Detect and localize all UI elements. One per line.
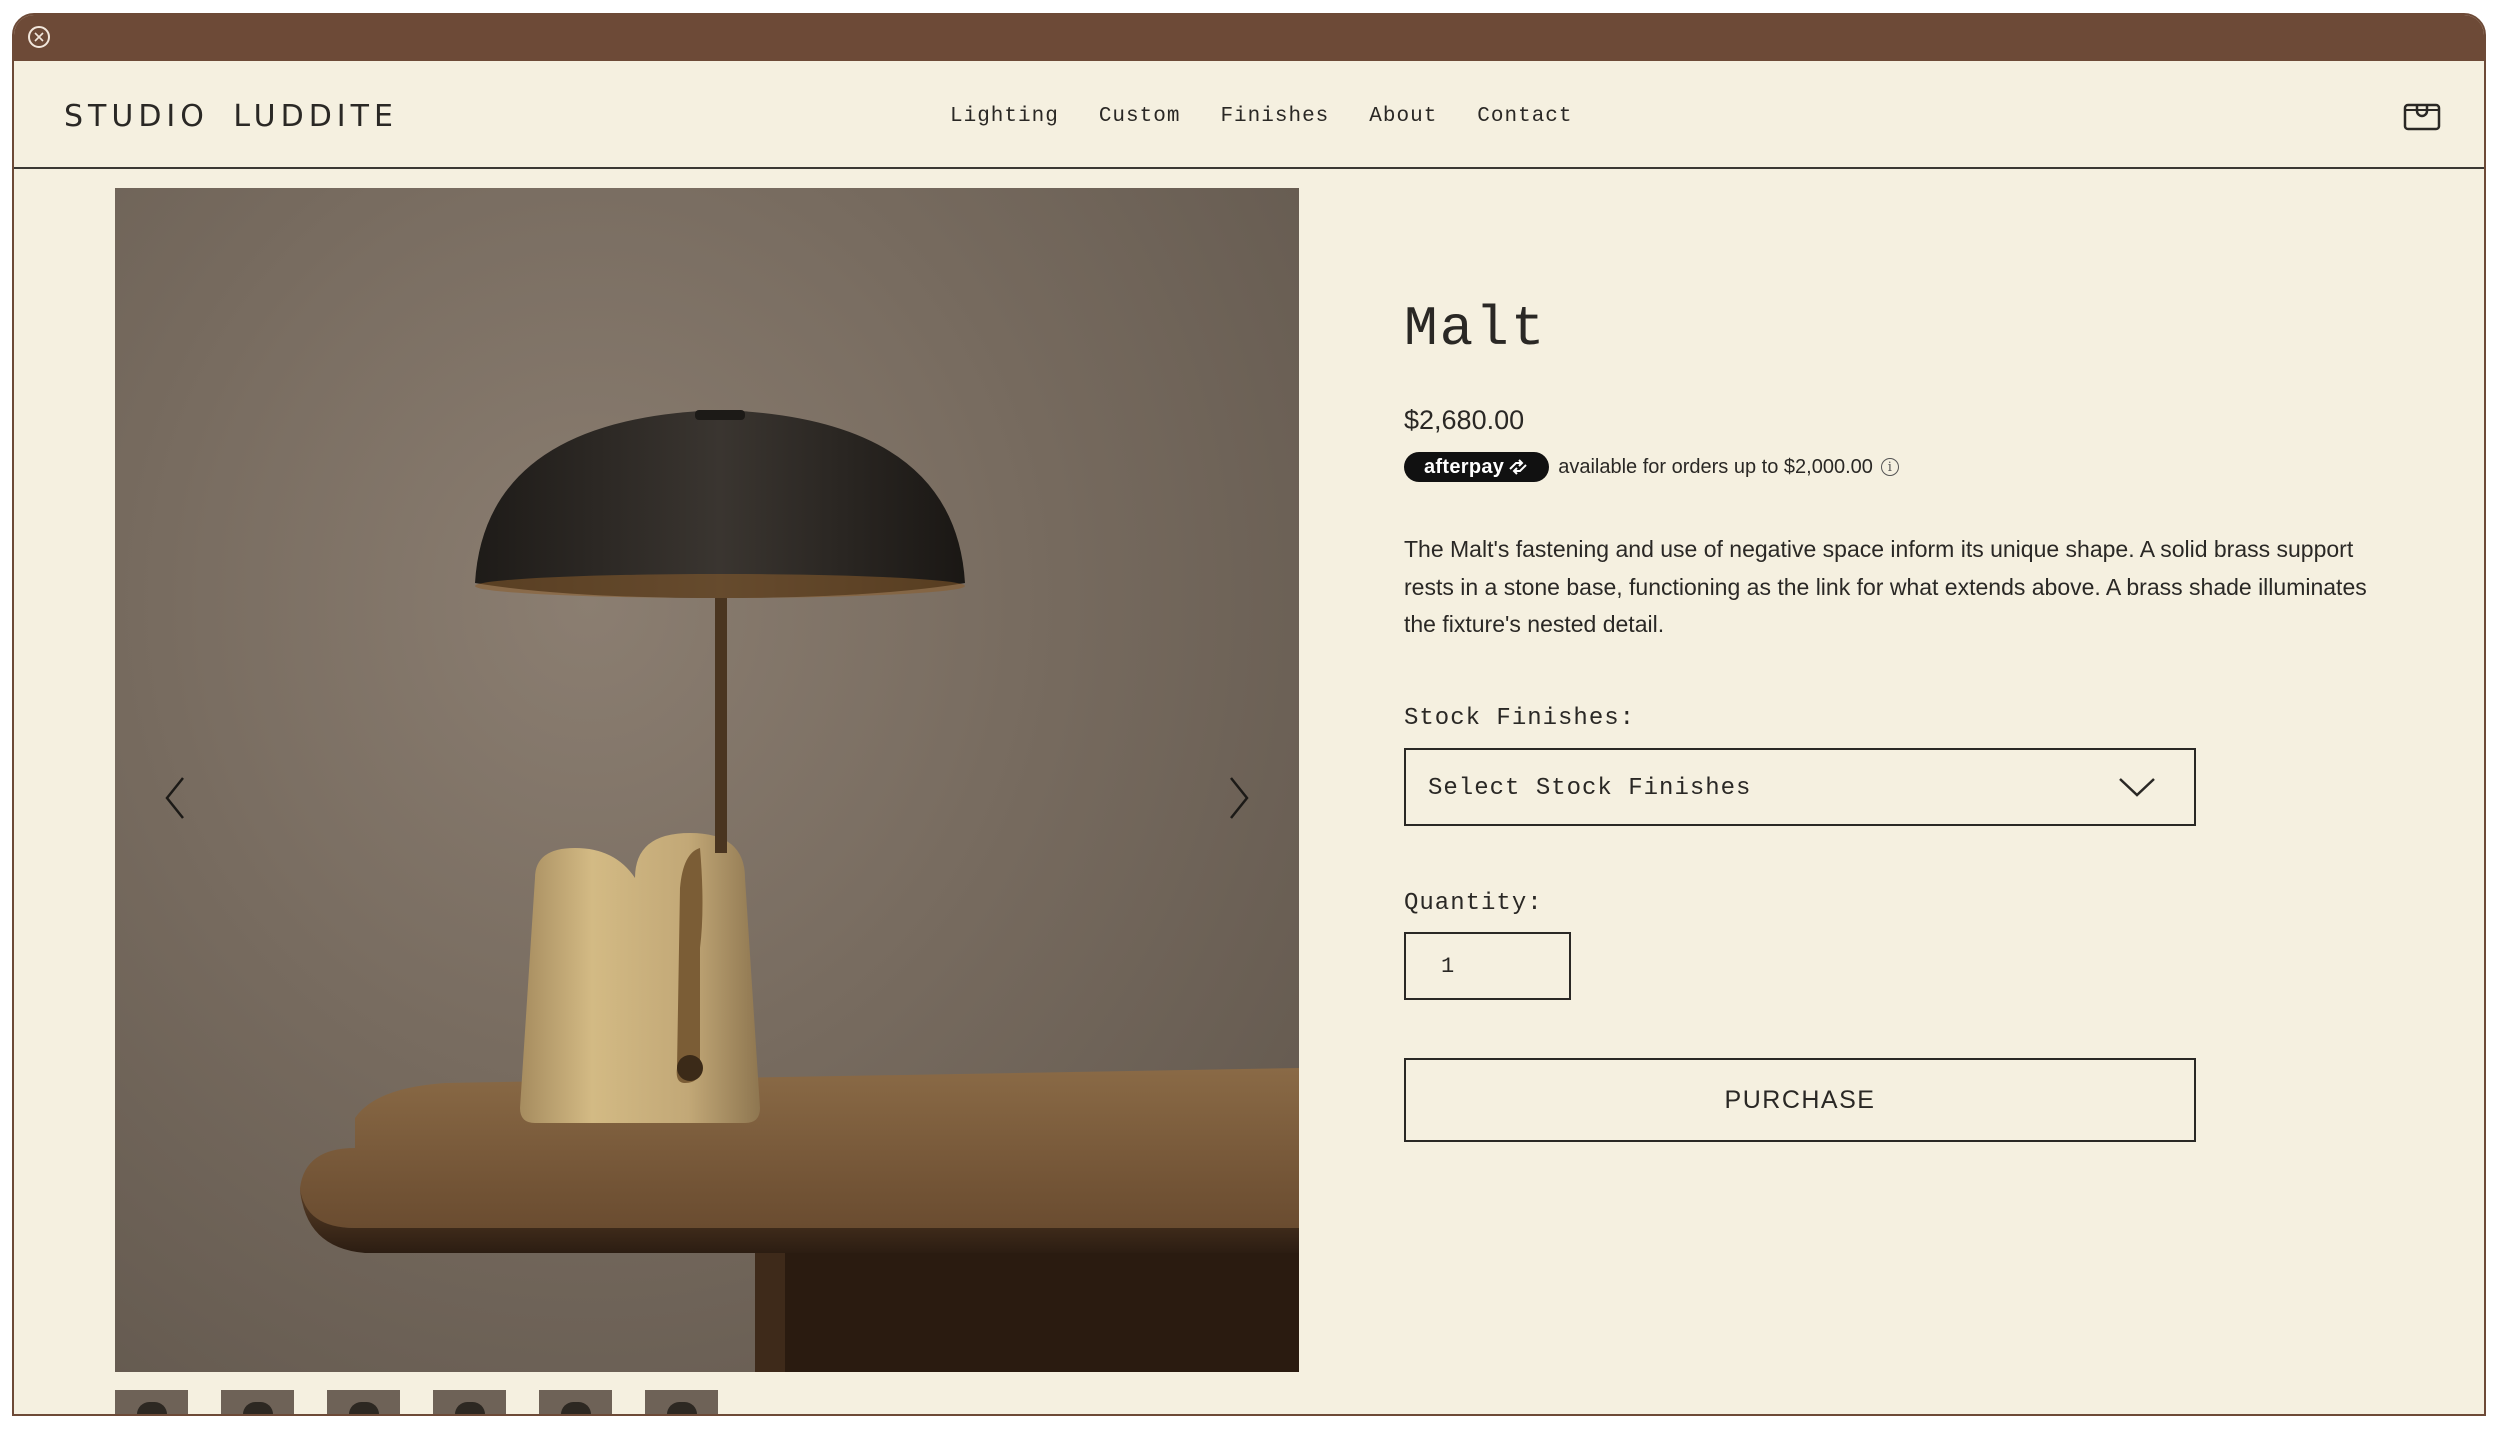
finishes-label: Stock Finishes: xyxy=(1404,705,1636,732)
product-description: The Malt's fastening and use of negative… xyxy=(1404,536,2367,637)
title-bar xyxy=(14,15,2484,61)
nav-item-lighting[interactable]: Lighting xyxy=(950,105,1059,128)
thumbnail[interactable] xyxy=(645,1390,718,1414)
afterpay-arrows-icon xyxy=(1509,459,1527,475)
purchase-button[interactable]: PURCHASE xyxy=(1404,1058,2196,1142)
main-nav: Lighting Custom Finishes About Contact xyxy=(950,105,1613,128)
quantity-label: Quantity: xyxy=(1404,890,1543,917)
browser-window: STUDIO LUDDITE Lighting Custom Finishes … xyxy=(12,13,2486,1416)
site-logo[interactable]: STUDIO LUDDITE xyxy=(64,99,398,134)
site-header: STUDIO LUDDITE Lighting Custom Finishes … xyxy=(14,61,2484,169)
finishes-select[interactable]: Select Stock Finishes xyxy=(1404,748,2196,826)
product-image xyxy=(115,188,1299,1372)
lamp-photo xyxy=(300,410,1299,1372)
close-icon[interactable] xyxy=(28,26,50,48)
chevron-left-icon[interactable] xyxy=(155,768,195,828)
product-title: Malt xyxy=(1404,297,1547,361)
nav-item-custom[interactable]: Custom xyxy=(1099,105,1181,128)
finishes-select-value: Select Stock Finishes xyxy=(1428,775,1752,802)
nav-item-about[interactable]: About xyxy=(1369,105,1437,128)
thumbnail[interactable] xyxy=(539,1390,612,1414)
thumbnail-strip xyxy=(115,1390,751,1414)
thumbnail[interactable] xyxy=(433,1390,506,1414)
product-price: $2,680.00 xyxy=(1404,405,1525,435)
cart-icon[interactable] xyxy=(2402,97,2442,133)
chevron-right-icon[interactable] xyxy=(1219,768,1259,828)
nav-item-finishes[interactable]: Finishes xyxy=(1220,105,1329,128)
thumbnail[interactable] xyxy=(327,1390,400,1414)
afterpay-logo-text: afterpay xyxy=(1424,455,1505,478)
thumbnail[interactable] xyxy=(115,1390,188,1414)
chevron-down-icon xyxy=(2119,778,2155,797)
afterpay-text: available for orders up to $2,000.00 xyxy=(1558,455,1873,478)
afterpay-badge[interactable]: afterpay xyxy=(1404,452,1550,482)
product-page: Malt $2,680.00 afterpay available for or… xyxy=(14,169,2484,1414)
quantity-input[interactable] xyxy=(1404,932,1571,1000)
nav-item-contact[interactable]: Contact xyxy=(1477,105,1572,128)
thumbnail[interactable] xyxy=(221,1390,294,1414)
info-icon[interactable]: i xyxy=(1880,458,1899,476)
afterpay-row: afterpay available for orders up to $2,0… xyxy=(1404,452,1899,482)
